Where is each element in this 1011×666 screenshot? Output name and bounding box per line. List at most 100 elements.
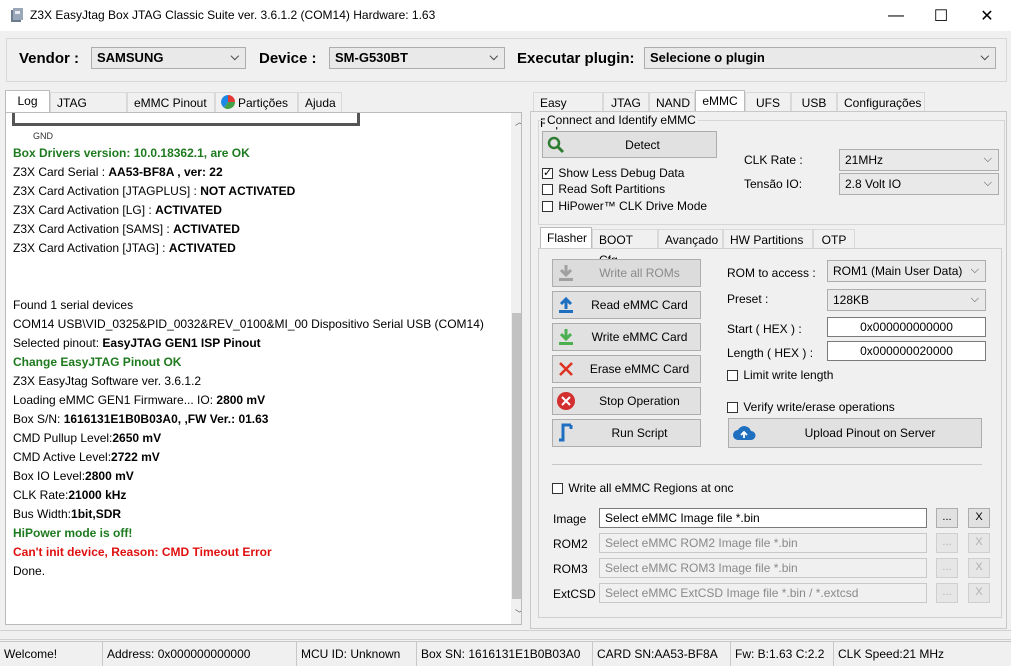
log-line: Can't init device, Reason: CMD Timeout E… bbox=[13, 545, 272, 559]
tab-emmc[interactable]: eMMC bbox=[695, 90, 745, 112]
checkbox-unchecked[interactable] bbox=[542, 201, 553, 213]
start-hex-input[interactable]: 0x000000000000 bbox=[827, 317, 986, 337]
log-line: Z3X EasyJtag Software ver. 3.6.1.2 bbox=[13, 374, 202, 388]
image-clear-button[interactable]: X bbox=[968, 508, 990, 528]
clk-rate-label: CLK Rate : bbox=[744, 153, 803, 167]
read-soft-partitions-label: Read Soft Partitions bbox=[558, 182, 666, 196]
log-line-value: 1616131E1B0B03A0, ,FW Ver.: 01.63 bbox=[63, 412, 269, 426]
device-select[interactable]: SM-G530BT ⌵ bbox=[329, 47, 505, 69]
rom3-clear-button[interactable]: X bbox=[968, 558, 990, 578]
upload-pinout-button[interactable]: Upload Pinout on Server bbox=[728, 418, 982, 448]
tab-hw-partitions[interactable]: HW Partitions bbox=[723, 229, 813, 249]
log-line: Z3X Card Activation [JTAGPLUS] : NOT ACT… bbox=[13, 184, 295, 198]
tab-boot-cfg[interactable]: BOOT Cfg. bbox=[592, 229, 658, 267]
tab-flasher[interactable]: Flasher bbox=[540, 227, 592, 249]
tab-jtag-pinout[interactable]: JTAG Pinout bbox=[50, 92, 127, 130]
tab-usb[interactable]: USB bbox=[791, 92, 837, 112]
read-emmc-button[interactable]: Read eMMC Card bbox=[552, 291, 701, 319]
extcsd-browse-button[interactable]: ... bbox=[936, 583, 958, 603]
minimize-button[interactable]: — bbox=[873, 0, 919, 31]
tab-avancado[interactable]: Avançado bbox=[658, 229, 723, 249]
start-hex-label: Start ( HEX ) : bbox=[727, 322, 802, 336]
show-less-debug-label: Show Less Debug Data bbox=[558, 166, 685, 180]
rom3-label: ROM3 bbox=[553, 562, 588, 576]
log-line-value: ACTIVATED bbox=[168, 241, 236, 255]
clk-rate-select[interactable]: 21MHz ⌵ bbox=[839, 149, 999, 171]
close-button[interactable]: ✕ bbox=[964, 0, 1010, 31]
log-line: Done. bbox=[13, 564, 46, 578]
status-card-sn: CARD SN:AA53-BF8A bbox=[593, 642, 731, 666]
length-hex-input[interactable]: 0x000000020000 bbox=[827, 341, 986, 361]
write-all-roms-button[interactable]: Write all ROMs bbox=[552, 259, 701, 287]
run-script-label: Run Script bbox=[611, 426, 668, 440]
gnd-label: GND bbox=[33, 131, 53, 141]
tab-jtag[interactable]: JTAG bbox=[603, 92, 649, 112]
erase-emmc-button[interactable]: Erase eMMC Card bbox=[552, 355, 701, 383]
checkbox-checked[interactable] bbox=[542, 166, 553, 180]
detect-label: Detect bbox=[625, 137, 660, 152]
log-scrollbar[interactable]: ︿ ﹀ bbox=[511, 113, 521, 624]
stop-operation-button[interactable]: Stop Operation bbox=[552, 387, 701, 415]
scroll-down-icon[interactable]: ﹀ bbox=[515, 607, 521, 620]
write-all-roms-label: Write all ROMs bbox=[599, 266, 680, 280]
download-arrow-icon bbox=[553, 328, 579, 346]
vendor-select[interactable]: SAMSUNG ⌵ bbox=[91, 47, 246, 69]
tab-nand[interactable]: NAND bbox=[649, 92, 695, 112]
preset-select[interactable]: 128KB ⌵ bbox=[827, 289, 986, 311]
extcsd-path-input[interactable]: Select eMMC ExtCSD Image file *.bin / *.… bbox=[599, 583, 927, 603]
tab-easy-repair[interactable]: Easy Repair bbox=[533, 92, 603, 130]
log-line-value: ACTIVATED bbox=[173, 222, 240, 236]
log-line: CMD Pullup Level:2650 mV bbox=[13, 431, 161, 445]
tab-log[interactable]: Log bbox=[5, 90, 50, 112]
tensao-select[interactable]: 2.8 Volt IO ⌵ bbox=[839, 173, 999, 195]
tab-configuracoes[interactable]: Configurações bbox=[837, 92, 925, 112]
hipower-checkbox[interactable]: HiPower™ CLK Drive Mode bbox=[542, 199, 707, 213]
image-path-input[interactable]: Select eMMC Image file *.bin bbox=[599, 508, 927, 528]
show-less-debug-checkbox[interactable]: Show Less Debug Data bbox=[542, 166, 684, 180]
splitter[interactable] bbox=[0, 630, 1011, 640]
close-x-icon bbox=[553, 361, 579, 377]
status-mcu-id: MCU ID: Unknown bbox=[297, 642, 417, 666]
rom3-browse-button[interactable]: ... bbox=[936, 558, 958, 578]
tab-otp[interactable]: OTP bbox=[813, 229, 855, 249]
scroll-up-icon[interactable]: ︿ bbox=[515, 115, 521, 128]
log-line-value: 1bit,SDR bbox=[71, 507, 122, 521]
app-icon bbox=[10, 7, 24, 23]
checkbox-unchecked[interactable] bbox=[542, 184, 553, 196]
image-label: Image bbox=[553, 512, 587, 526]
rom3-path-input[interactable]: Select eMMC ROM3 Image file *.bin bbox=[599, 558, 927, 578]
checkbox-unchecked[interactable] bbox=[552, 483, 563, 495]
rom2-path-input[interactable]: Select eMMC ROM2 Image file *.bin bbox=[599, 533, 927, 553]
stop-operation-label: Stop Operation bbox=[599, 394, 680, 408]
verify-checkbox[interactable]: Verify write/erase operations bbox=[727, 400, 895, 414]
checkbox-unchecked[interactable] bbox=[727, 370, 738, 382]
scroll-thumb[interactable] bbox=[512, 313, 521, 599]
extcsd-clear-button[interactable]: X bbox=[968, 583, 990, 603]
rom2-clear-button[interactable]: X bbox=[968, 533, 990, 553]
write-emmc-button[interactable]: Write eMMC Card bbox=[552, 323, 701, 351]
window-title: Z3X EasyJtag Box JTAG Classic Suite ver.… bbox=[30, 8, 436, 22]
log-line: Z3X Card Activation [JTAG] : ACTIVATED bbox=[13, 241, 236, 255]
tab-ufs[interactable]: UFS bbox=[745, 92, 791, 112]
read-soft-partitions-checkbox[interactable]: Read Soft Partitions bbox=[542, 182, 665, 196]
detect-button[interactable]: Detect bbox=[542, 131, 717, 158]
write-all-regions-checkbox[interactable]: Write all eMMC Regions at onc bbox=[552, 481, 734, 495]
tab-emmc-pinout[interactable]: eMMC Pinout bbox=[127, 92, 215, 112]
write-emmc-label: Write eMMC Card bbox=[591, 330, 688, 344]
log-line-value: 2800 mV bbox=[85, 469, 134, 483]
pinout-diagram-fragment bbox=[12, 113, 360, 126]
rom-access-select[interactable]: ROM1 (Main User Data) ⌵ bbox=[827, 260, 986, 282]
plugin-select[interactable]: Selecione o plugin ⌵ bbox=[644, 47, 996, 69]
rom-access-label: ROM to access : bbox=[727, 266, 816, 280]
tab-ajuda[interactable]: Ajuda bbox=[298, 92, 342, 112]
checkbox-unchecked[interactable] bbox=[727, 402, 738, 414]
tab-particoes[interactable]: Partições bbox=[215, 92, 298, 112]
log-line-prefix: Box IO Level: bbox=[13, 469, 86, 483]
maximize-button[interactable]: ☐ bbox=[918, 0, 964, 31]
run-script-button[interactable]: Run Script bbox=[552, 419, 701, 447]
limit-write-checkbox[interactable]: Limit write length bbox=[727, 368, 833, 382]
image-browse-button[interactable]: ... bbox=[936, 508, 958, 528]
log-line: CMD Active Level:2722 mV bbox=[13, 450, 160, 464]
chevron-down-icon: ⌵ bbox=[970, 293, 979, 305]
rom2-browse-button[interactable]: ... bbox=[936, 533, 958, 553]
